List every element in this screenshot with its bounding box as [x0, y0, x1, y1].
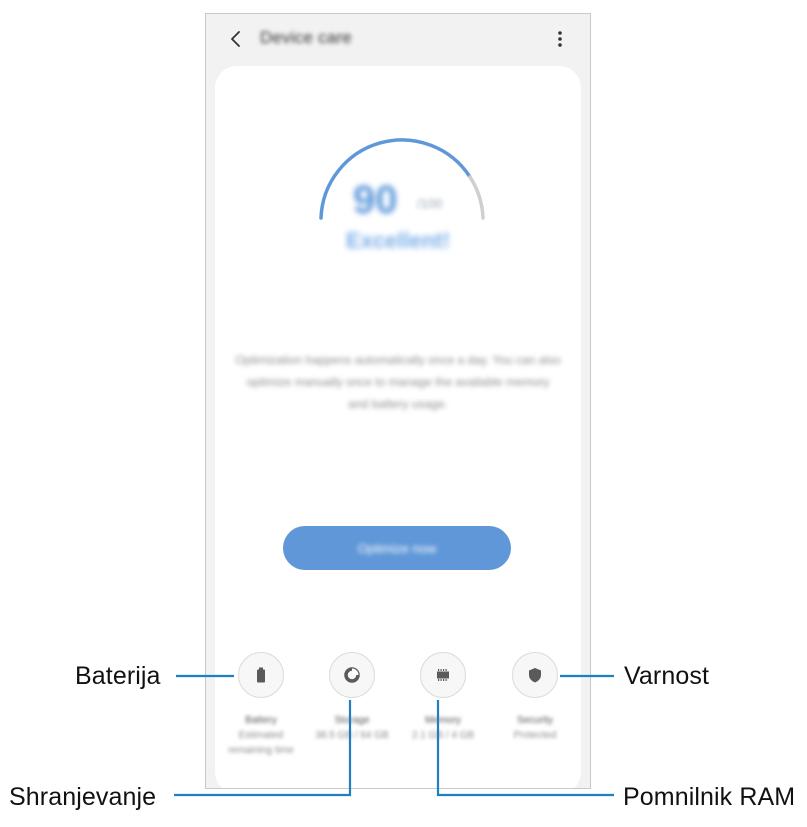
tile-security[interactable]: Security Protected: [492, 649, 578, 788]
page-title: Device care: [260, 28, 352, 47]
battery-icon: [257, 667, 265, 683]
optimize-now-label: Optimize now: [357, 540, 437, 556]
device-care-card: 90 /100 Excellent! Optimization happens …: [215, 66, 581, 788]
chevron-left-icon[interactable]: [224, 27, 246, 51]
more-vertical-icon[interactable]: [554, 28, 566, 50]
callout-security: Varnost: [624, 662, 710, 690]
storage-icon: [344, 667, 360, 683]
tile-storage-value: 38.5 GB / 64 GB: [315, 730, 389, 741]
tile-battery-value: Estimated remaining time: [228, 730, 294, 756]
tile-storage-text: Storage 38.5 GB / 64 GB: [309, 713, 395, 743]
tile-security-text: Security Protected: [492, 713, 578, 743]
battery-button[interactable]: [238, 652, 284, 698]
score-value: 90: [353, 178, 398, 222]
callout-memory: Pomnilnik RAM: [623, 783, 796, 811]
tile-security-value: Protected: [513, 730, 557, 741]
tile-security-name: Security: [516, 715, 554, 726]
app-bar: Device care: [206, 14, 590, 66]
tile-storage-name: Storage: [334, 715, 370, 726]
optimize-now-button[interactable]: Optimize now: [283, 526, 511, 570]
shield-icon: [529, 668, 541, 683]
tile-battery-name: Battery: [245, 715, 277, 726]
tile-memory[interactable]: Memory 2.1 GB / 4 GB: [400, 649, 486, 788]
status-label: Excellent!: [346, 228, 450, 253]
callout-battery: Baterija: [75, 662, 161, 690]
tile-memory-text: Memory 2.1 GB / 4 GB: [400, 713, 486, 743]
security-button[interactable]: [512, 652, 558, 698]
tile-memory-name: Memory: [424, 715, 462, 726]
memory-icon: [437, 669, 449, 681]
storage-button[interactable]: [329, 652, 375, 698]
status-description: Optimization happens automatically once …: [235, 353, 561, 411]
tile-battery-text: Battery Estimated remaining time: [218, 713, 304, 758]
phone-screen: Device care 90 /100 Excellent! Optimizat…: [205, 13, 591, 789]
memory-button[interactable]: [420, 652, 466, 698]
tile-storage[interactable]: Storage 38.5 GB / 64 GB: [309, 649, 395, 788]
tile-memory-value: 2.1 GB / 4 GB: [411, 730, 475, 741]
tile-battery[interactable]: Battery Estimated remaining time: [218, 649, 304, 788]
score-unit: /100: [417, 196, 443, 211]
callout-storage: Shranjevanje: [9, 783, 157, 811]
